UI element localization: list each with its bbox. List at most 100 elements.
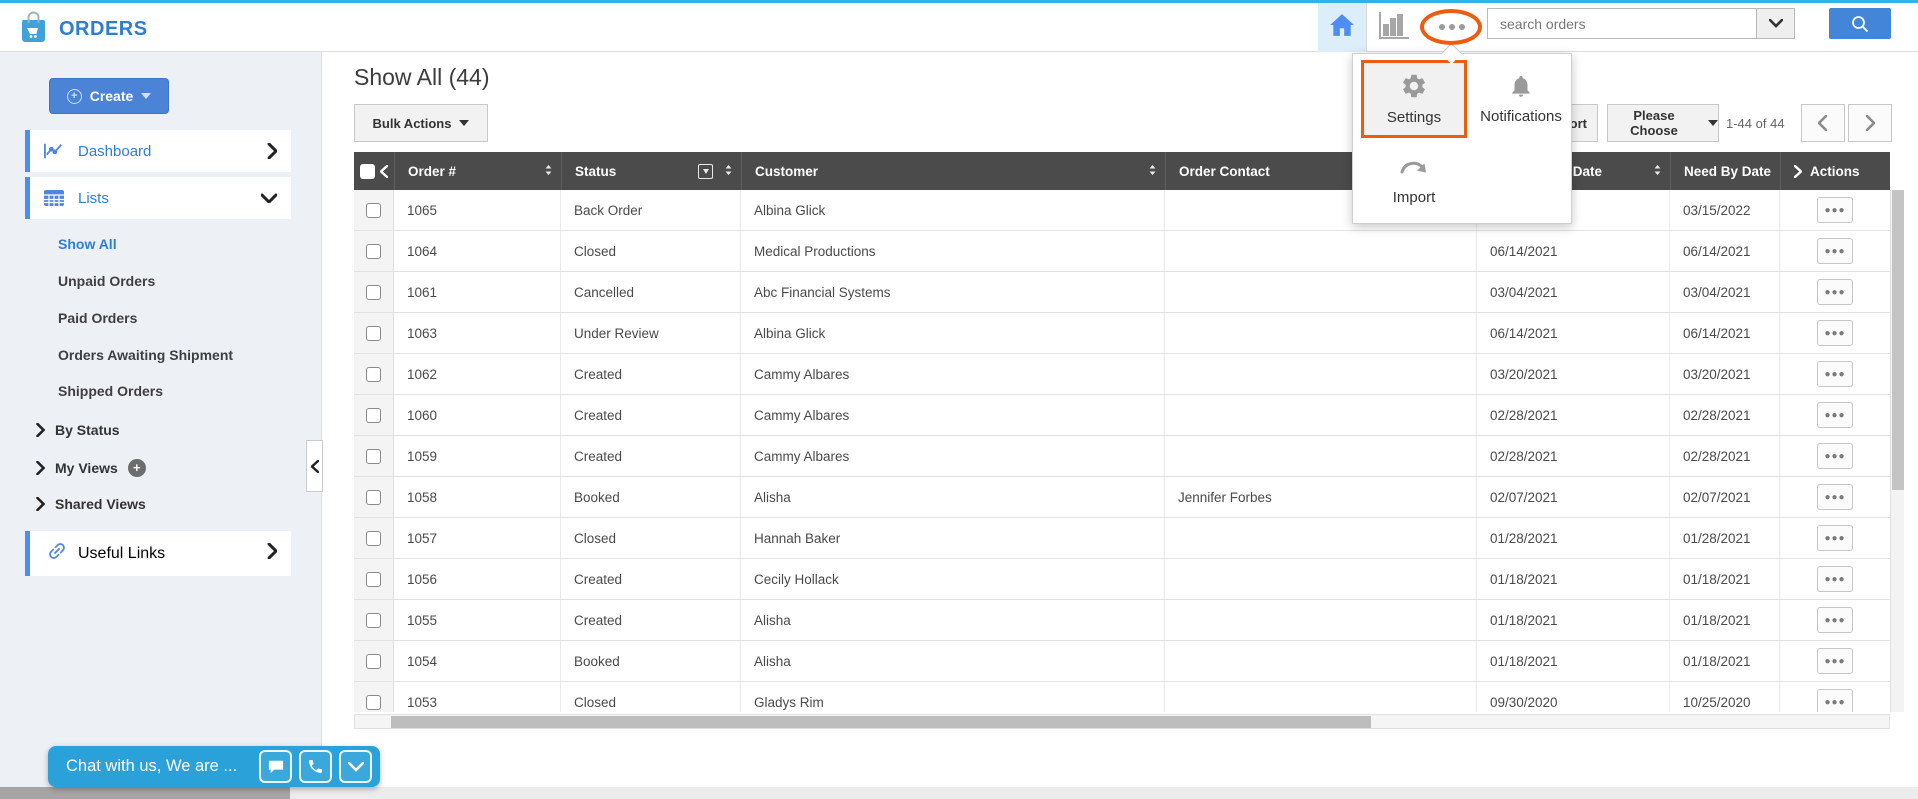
row-actions-button[interactable]: ●●● [1817, 361, 1853, 387]
row-actions-button[interactable]: ●●● [1817, 648, 1853, 674]
row-actions-button[interactable]: ●●● [1817, 525, 1853, 551]
home-button[interactable] [1318, 3, 1366, 52]
status-cell: Back Order [561, 190, 741, 230]
row-checkbox[interactable] [366, 489, 381, 505]
row-checkbox[interactable] [366, 366, 381, 382]
analytics-button[interactable] [1372, 10, 1414, 44]
chat-call-button[interactable] [299, 750, 332, 783]
order-cell: 1057 [394, 518, 561, 558]
horizontal-scrollbar[interactable] [354, 714, 1890, 729]
row-checkbox[interactable] [366, 325, 381, 341]
row-checkbox[interactable] [366, 694, 381, 710]
sidebar-item-useful-links[interactable]: Useful Links [25, 531, 291, 576]
row-checkbox[interactable] [366, 653, 381, 669]
menu-item-settings[interactable]: Settings [1361, 60, 1467, 138]
row-actions-button[interactable]: ●●● [1817, 484, 1853, 510]
caret-down-icon [1708, 120, 1718, 126]
sidebar-link-paid-orders[interactable]: Paid Orders [58, 310, 137, 326]
row-actions-button[interactable]: ●●● [1817, 566, 1853, 592]
customer-cell: Alisha [741, 600, 1165, 640]
sidebar-link-show-all[interactable]: Show All [58, 236, 117, 252]
vertical-scrollbar[interactable] [1890, 190, 1904, 712]
row-actions-button[interactable]: ●●● [1817, 607, 1853, 633]
search-scope-dropdown[interactable] [1756, 9, 1794, 38]
sidebar-item-label: Lists [78, 189, 109, 207]
sort-icon[interactable] [544, 163, 553, 180]
table-row: 1058 Booked Alisha Jennifer Forbes 02/07… [354, 477, 1890, 518]
page-title: Show All (44) [354, 64, 490, 90]
column-header-need-by-date[interactable]: Need By Date [1670, 152, 1780, 190]
row-checkbox[interactable] [366, 612, 381, 628]
column-header-status[interactable]: Status [561, 152, 741, 190]
add-view-icon[interactable]: + [127, 459, 146, 477]
create-button[interactable]: + Create [49, 78, 169, 114]
customer-cell: Albina Glick [741, 190, 1165, 230]
ship-by-date-cell: 01/18/2021 [1477, 559, 1670, 599]
sidebar-link-unpaid-orders[interactable]: Unpaid Orders [58, 273, 155, 289]
chat-bubble-button[interactable] [259, 750, 292, 783]
sidebar-group-shared-views[interactable]: Shared Views [36, 496, 146, 512]
row-checkbox[interactable] [366, 284, 381, 300]
row-actions-button[interactable]: ●●● [1817, 197, 1853, 223]
page-horizontal-scrollbar[interactable] [0, 787, 1918, 799]
plus-icon: + [66, 88, 82, 104]
row-checkbox[interactable] [366, 243, 381, 259]
table-body: 1065 Back Order Albina Glick 03/15/2022 … [354, 190, 1890, 712]
row-checkbox[interactable] [366, 571, 381, 587]
customer-cell: Hannah Baker [741, 518, 1165, 558]
vertical-scrollbar-thumb[interactable] [1892, 190, 1904, 490]
chat-minimize-button[interactable] [339, 750, 372, 783]
chat-widget[interactable]: Chat with us, We are ... [48, 746, 380, 787]
previous-page-button[interactable] [1801, 104, 1845, 142]
row-actions-button[interactable]: ●●● [1817, 238, 1853, 264]
column-header-actions[interactable]: Actions [1780, 152, 1890, 190]
sidebar: + Create Dashboard Lists Show All Unpaid… [0, 52, 323, 799]
select-all-header[interactable] [354, 152, 394, 190]
more-menu-button[interactable] [1430, 13, 1474, 41]
row-checkbox[interactable] [366, 448, 381, 464]
divider [1366, 3, 1367, 52]
row-checkbox[interactable] [366, 202, 381, 218]
row-actions-button[interactable]: ●●● [1817, 689, 1853, 712]
row-actions-button[interactable]: ●●● [1817, 320, 1853, 346]
sidebar-item-dashboard[interactable]: Dashboard [25, 130, 291, 172]
ship-by-date-cell: 06/14/2021 [1477, 313, 1670, 353]
next-page-button[interactable] [1848, 104, 1892, 142]
shopping-bag-icon [20, 11, 47, 48]
filter-icon[interactable] [698, 163, 713, 179]
row-actions-button[interactable]: ●●● [1817, 402, 1853, 428]
select-all-checkbox[interactable] [360, 163, 375, 179]
customer-cell: Cecily Hollack [741, 559, 1165, 599]
order-cell: 1062 [394, 354, 561, 394]
row-actions-button[interactable]: ●●● [1817, 443, 1853, 469]
bulk-actions-button[interactable]: Bulk Actions [354, 104, 488, 142]
chevron-right-icon [36, 497, 45, 511]
menu-item-import[interactable]: Import [1361, 146, 1467, 218]
menu-item-notifications[interactable]: Notifications [1475, 60, 1567, 138]
sort-icon[interactable] [1653, 163, 1662, 180]
column-header-customer[interactable]: Customer [741, 152, 1165, 190]
sidebar-group-by-status[interactable]: By Status [36, 422, 120, 438]
column-header-order[interactable]: Order # [394, 152, 561, 190]
customer-cell: Alisha [741, 641, 1165, 681]
sidebar-group-my-views[interactable]: My Views + [36, 459, 146, 477]
sidebar-item-lists[interactable]: Lists [25, 177, 291, 219]
customer-cell: Abc Financial Systems [741, 272, 1165, 312]
sort-icon[interactable] [724, 163, 733, 180]
sort-icon[interactable] [1148, 163, 1157, 180]
sidebar-link-shipped-orders[interactable]: Shipped Orders [58, 383, 163, 399]
need-by-date-cell: 01/18/2021 [1670, 559, 1780, 599]
search-input[interactable] [1488, 9, 1756, 38]
page-size-dropdown[interactable]: Please Choose [1607, 104, 1719, 142]
page-horizontal-scrollbar-thumb[interactable] [0, 787, 290, 799]
horizontal-scrollbar-thumb[interactable] [391, 716, 1371, 728]
row-checkbox[interactable] [366, 407, 381, 423]
row-actions-button[interactable]: ●●● [1817, 279, 1853, 305]
customer-cell: Cammy Albares [741, 436, 1165, 476]
search-submit-button[interactable] [1829, 8, 1891, 39]
row-checkbox[interactable] [366, 530, 381, 546]
sidebar-link-orders-awaiting-shipment[interactable]: Orders Awaiting Shipment [58, 347, 233, 363]
chevron-right-icon [1865, 115, 1875, 131]
order-contact-cell: Jennifer Forbes [1165, 477, 1477, 517]
sidebar-collapse-handle[interactable] [306, 440, 323, 492]
